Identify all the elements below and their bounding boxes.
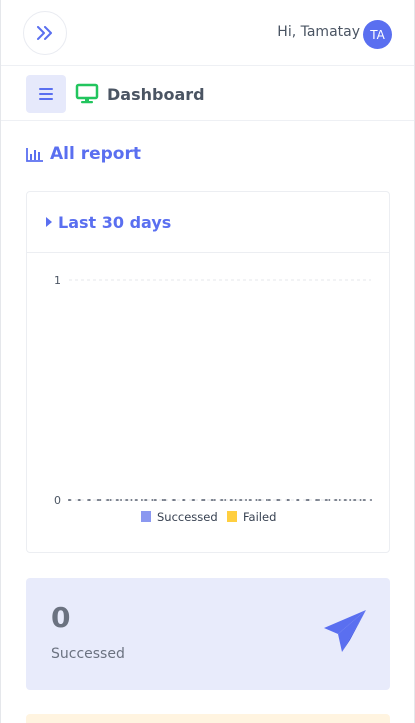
data-point	[203, 499, 206, 501]
data-point	[68, 499, 70, 501]
avatar[interactable]: TA	[363, 20, 392, 49]
top-bar: Hi, Tamatay TA	[1, 0, 414, 66]
stat-card-successed: 0 Successed	[26, 578, 390, 690]
data-point	[130, 499, 133, 501]
data-point	[140, 499, 143, 501]
user-greeting: Hi, Tamatay	[277, 24, 360, 40]
caret-right-icon	[46, 217, 52, 227]
data-point	[297, 499, 300, 501]
data-point	[120, 499, 122, 501]
data-point	[99, 499, 102, 501]
data-point	[172, 499, 175, 501]
data-point	[234, 499, 237, 501]
data-point	[276, 499, 279, 501]
y-tick-label: 0	[54, 494, 61, 507]
data-point	[213, 499, 216, 501]
data-point	[78, 499, 81, 501]
data-point	[245, 499, 247, 501]
data-point	[328, 499, 331, 501]
data-point	[255, 499, 258, 501]
expand-sidebar-button[interactable]	[23, 11, 67, 55]
legend-label: Successed	[157, 510, 218, 524]
data-point	[359, 499, 362, 501]
data-point	[318, 499, 320, 501]
paper-plane-icon	[324, 610, 366, 652]
report-chart: 0 1 Successed Failed	[54, 274, 372, 524]
data-point	[265, 499, 268, 501]
stat-value: 0	[51, 601, 71, 634]
menu-toggle-button[interactable]	[26, 75, 66, 113]
double-chevron-right-icon	[37, 26, 52, 40]
data-point	[370, 499, 372, 501]
report-chart-card: Last 30 days 0 1 Successed Failed	[26, 191, 390, 553]
data-point	[182, 499, 185, 501]
data-point	[161, 499, 164, 501]
bar-chart-icon	[26, 147, 43, 162]
page-title: Dashboard	[107, 85, 205, 104]
legend-swatch	[227, 511, 237, 522]
page-header: Dashboard	[1, 66, 414, 121]
data-point	[286, 499, 289, 501]
data-point	[88, 499, 91, 501]
section-title: All report	[26, 144, 141, 164]
data-point	[338, 499, 341, 501]
stat-label: Successed	[51, 646, 125, 662]
app-frame: Hi, Tamatay TA Dashboard All report Last…	[0, 0, 415, 723]
data-point	[349, 499, 352, 501]
legend-label: Failed	[243, 510, 276, 524]
data-point	[109, 499, 112, 501]
y-tick-label: 1	[54, 274, 61, 287]
data-point	[224, 499, 227, 501]
data-point	[151, 499, 154, 501]
data-point	[307, 499, 310, 501]
data-point	[193, 499, 195, 501]
hamburger-icon	[39, 88, 53, 100]
section-title-label: All report	[50, 144, 142, 164]
period-label: Last 30 days	[58, 212, 172, 232]
legend-swatch	[141, 511, 151, 522]
stat-card-failed	[26, 714, 390, 723]
monitor-icon	[75, 83, 99, 104]
period-toggle[interactable]: Last 30 days	[27, 192, 389, 253]
